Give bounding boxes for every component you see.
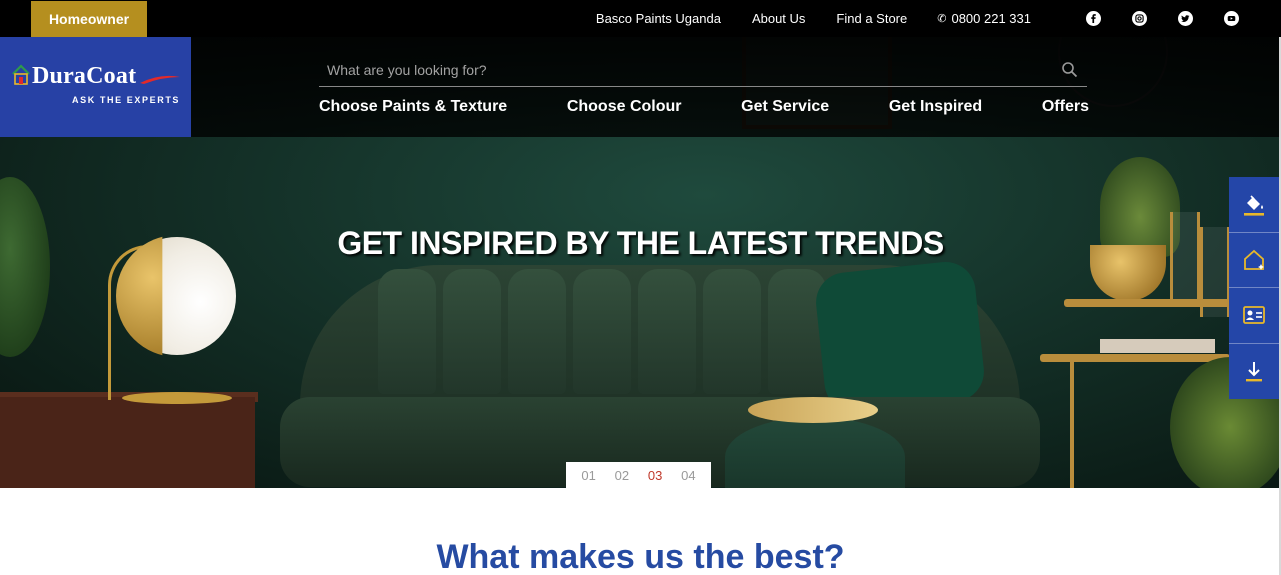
sofa-channel — [573, 269, 631, 394]
house-logo-icon — [12, 64, 30, 85]
youtube-icon[interactable] — [1224, 11, 1239, 26]
swoosh-logo-icon — [140, 75, 180, 84]
sofa-channel — [703, 269, 761, 394]
sofa-channel — [443, 269, 501, 394]
social-links — [1055, 11, 1239, 26]
phone-contact[interactable]: ✆ 0800 221 331 — [937, 11, 1031, 26]
cabinet-decor — [0, 397, 255, 488]
about-us-link[interactable]: About Us — [752, 11, 805, 26]
floating-toolbar — [1229, 177, 1279, 399]
twitter-icon[interactable] — [1178, 11, 1193, 26]
logo-tagline: ASK THE EXPERTS — [72, 95, 181, 105]
slide-3-button[interactable]: 03 — [648, 468, 662, 483]
header-shade — [0, 37, 1281, 137]
slide-1-button[interactable]: 01 — [581, 468, 595, 483]
search-icon[interactable] — [1061, 61, 1079, 79]
sofa-channel — [378, 269, 436, 394]
sofa-channel — [768, 269, 826, 394]
sofa-channel — [508, 269, 566, 394]
download-icon[interactable] — [1229, 344, 1279, 400]
paint-bucket-icon[interactable] — [1229, 177, 1279, 233]
top-links: Basco Paints Uganda About Us Find a Stor… — [565, 0, 1239, 37]
logo-name: DuraCoat — [32, 63, 137, 89]
phone-number: 0800 221 331 — [951, 11, 1031, 26]
search-input[interactable] — [319, 56, 1049, 84]
slide-4-button[interactable]: 04 — [681, 468, 695, 483]
lamp-base-decor — [122, 392, 232, 404]
pillow-decor — [813, 259, 987, 415]
books-decor — [1100, 339, 1215, 353]
shelf-leg-decor — [1070, 362, 1074, 488]
phone-icon: ✆ — [937, 13, 947, 25]
sofa-channel — [638, 269, 696, 394]
slider-pagination: 01 02 03 04 — [566, 462, 711, 488]
basco-paints-uganda-link[interactable]: Basco Paints Uganda — [596, 11, 721, 26]
nav-choose-paints-texture[interactable]: Choose Paints & Texture — [319, 98, 507, 120]
nav-offers[interactable]: Offers — [1042, 98, 1089, 120]
slide-2-button[interactable]: 02 — [615, 468, 629, 483]
nav-choose-colour[interactable]: Choose Colour — [567, 98, 682, 120]
hero-title: GET INSPIRED BY THE LATEST TRENDS — [337, 225, 944, 261]
instagram-icon[interactable] — [1132, 11, 1147, 26]
homeowner-tab[interactable]: Homeowner — [31, 1, 147, 37]
duracoat-logo[interactable]: DuraCoat ASK THE EXPERTS — [0, 37, 191, 137]
ottoman-decor — [725, 417, 905, 488]
shelf-decor — [1064, 299, 1234, 307]
top-utility-bar: Homeowner Basco Paints Uganda About Us F… — [0, 0, 1281, 37]
nav-get-inspired[interactable]: Get Inspired — [889, 98, 982, 120]
nav-get-service[interactable]: Get Service — [741, 98, 829, 120]
shelf-decor — [1040, 354, 1230, 362]
section-heading: What makes us the best? — [436, 538, 845, 575]
facebook-icon[interactable] — [1086, 11, 1101, 26]
contact-card-icon[interactable] — [1229, 288, 1279, 344]
plant-left-decor — [0, 177, 50, 357]
leaf-tray-decor — [748, 397, 878, 423]
main-navigation: Choose Paints & Texture Choose Colour Ge… — [319, 98, 1089, 120]
search-bar — [319, 56, 1087, 87]
home-sparkle-icon[interactable] — [1229, 233, 1279, 288]
find-a-store-link[interactable]: Find a Store — [836, 11, 907, 26]
